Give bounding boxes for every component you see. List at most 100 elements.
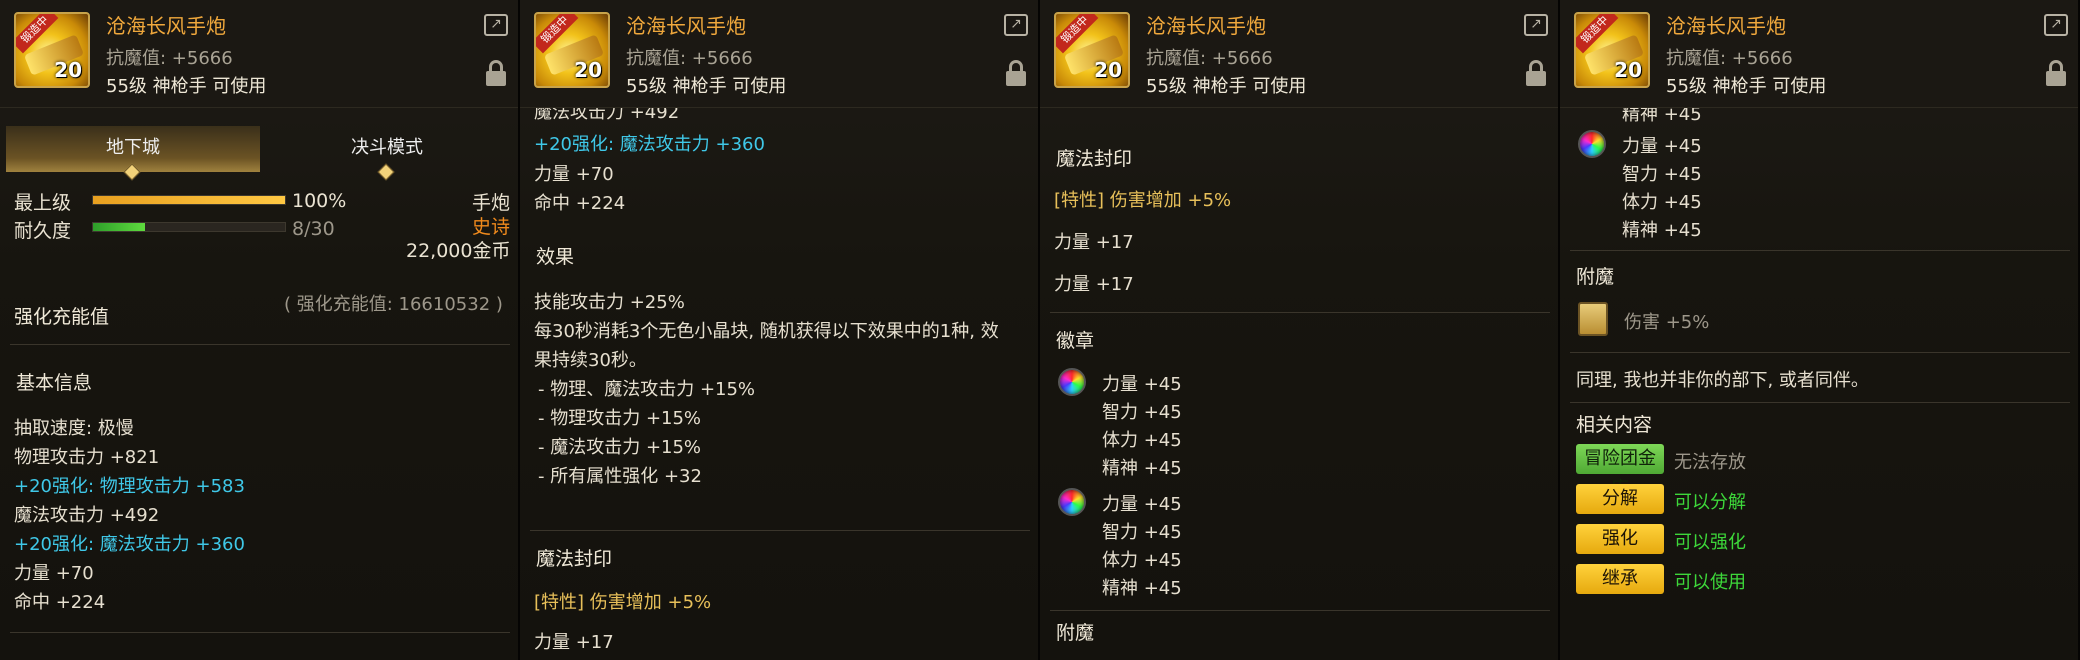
emblem-stat: 力量 +45: [1102, 494, 1182, 515]
enchant-title: 附魔: [1056, 622, 1095, 644]
tab-pvp[interactable]: 决斗模式: [260, 126, 514, 181]
flavor-text: 同理, 我也并非你的部下, 或者同伴。: [1576, 370, 1869, 391]
emblem-stat: 力量 +45: [1622, 136, 1702, 157]
enchant-title: 附魔: [1576, 266, 1615, 288]
vault-status: 无法存放: [1674, 452, 1746, 473]
inherit-status: 可以使用: [1674, 572, 1746, 593]
divider: [10, 344, 510, 345]
lock-icon[interactable]: [486, 60, 506, 86]
durability-value: 8/30: [292, 218, 335, 240]
rainbow-emblem-icon: [1058, 368, 1086, 396]
emblem-stat: 精神 +45: [1622, 220, 1702, 241]
effect-line: - 物理、魔法攻击力 +15%: [538, 379, 756, 400]
emblem-stat: 体力 +45: [1102, 550, 1182, 571]
seal-stat: 力量 +17: [1054, 232, 1134, 253]
divider: [1050, 610, 1550, 611]
resist-value: 抗魔值: +5666: [626, 48, 753, 69]
tab-dungeon[interactable]: 地下城: [6, 126, 260, 181]
durability-label: 耐久度: [14, 220, 72, 242]
requirement: 55级 神枪手 可使用: [106, 76, 267, 97]
item-name: 沧海长风手炮: [106, 14, 226, 38]
seal-stat: 力量 +17: [534, 632, 614, 653]
inherit-button[interactable]: 继承: [1576, 564, 1664, 594]
emblem-stat: 智力 +45: [1622, 164, 1702, 185]
seal-trait: [特性] 伤害增加 +5%: [534, 592, 712, 613]
stat-line: 魔法攻击力 +492: [14, 505, 160, 526]
item-header: 锻造中 20 沧海长风手炮 抗魔值: +5666 55级 神枪手 可使用 ↗: [1560, 0, 2078, 108]
icon-level: 20: [1094, 58, 1122, 82]
effect-title: 效果: [536, 246, 575, 268]
emblem-stat: 智力 +45: [1102, 522, 1182, 543]
requirement: 55级 神枪手 可使用: [1146, 76, 1307, 97]
magic-seal-title: 魔法封印: [536, 548, 613, 570]
tooltip-panel-1: 锻造中 20 沧海长风手炮 抗魔值: +5666 55级 神枪手 可使用 ↗ 地…: [0, 0, 520, 660]
magic-seal-title: 魔法封印: [1056, 148, 1133, 170]
effect-line: - 物理攻击力 +15%: [538, 408, 702, 429]
effect-line: - 所有属性强化 +32: [538, 466, 702, 487]
rarity: 史诗: [472, 216, 511, 238]
enhance-status: 可以强化: [1674, 532, 1746, 553]
item-header: 锻造中 20 沧海长风手炮 抗魔值: +5666 55级 神枪手 可使用 ↗: [0, 0, 518, 108]
stat-line: 力量 +70: [534, 164, 614, 185]
divider: [1570, 402, 2070, 403]
share-icon[interactable]: ↗: [1524, 14, 1548, 36]
stat-line: 命中 +224: [14, 592, 106, 613]
lock-icon[interactable]: [1006, 60, 1026, 86]
share-icon[interactable]: ↗: [2044, 14, 2068, 36]
emblem-stat: 体力 +45: [1622, 192, 1702, 213]
lock-icon[interactable]: [2046, 60, 2066, 86]
effect-line: 果持续30秒。: [534, 350, 647, 371]
lock-icon[interactable]: [1526, 60, 1546, 86]
seal-trait: [特性] 伤害增加 +5%: [1054, 190, 1232, 211]
grade-value: 100%: [292, 190, 347, 212]
price: 22,000金币: [406, 240, 511, 262]
stat-line: 命中 +224: [534, 193, 626, 214]
resist-value: 抗魔值: +5666: [1666, 48, 1793, 69]
stat-line: 力量 +70: [14, 563, 94, 584]
disassemble-status: 可以分解: [1674, 492, 1746, 513]
item-name: 沧海长风手炮: [1146, 14, 1266, 38]
weapon-type: 手炮: [472, 192, 511, 214]
divider: [1050, 312, 1550, 313]
emblem-stat: 智力 +45: [1102, 402, 1182, 423]
tooltip-panel-4: 锻造中 20 沧海长风手炮 抗魔值: +5666 55级 神枪手 可使用 ↗ 精…: [1560, 0, 2080, 660]
tooltip-panel-3: 锻造中 20 沧海长风手炮 抗魔值: +5666 55级 神枪手 可使用 ↗ 魔…: [1040, 0, 1560, 660]
enchant-stat: 伤害 +5%: [1624, 312, 1710, 333]
stat-line: +20强化: 魔法攻击力 +360: [534, 134, 765, 155]
durability-bar: [92, 222, 286, 232]
tab-pvp-label: 决斗模式: [351, 137, 423, 158]
amplify-title: 强化充能值: [14, 306, 110, 328]
item-name: 沧海长风手炮: [1666, 14, 1786, 38]
hand-cannon-icon: 锻造中 20: [534, 12, 610, 88]
divider: [1570, 250, 2070, 251]
tab-dungeon-label: 地下城: [106, 137, 160, 158]
stat-line: 物理攻击力 +821: [14, 447, 160, 468]
mode-tabs: 地下城 决斗模式: [6, 126, 514, 181]
icon-level: 20: [574, 58, 602, 82]
stat-line: +20强化: 物理攻击力 +583: [14, 476, 245, 497]
amplify-value: ( 强化充能值: 16610532 ): [284, 294, 503, 315]
seal-stat: 力量 +17: [1054, 274, 1134, 295]
resist-value: 抗魔值: +5666: [1146, 48, 1273, 69]
enhance-button[interactable]: 强化: [1576, 524, 1664, 554]
divider: [1570, 352, 2070, 353]
basic-info-title: 基本信息: [16, 372, 93, 394]
stat-line: 抽取速度: 极慢: [14, 418, 134, 439]
item-name: 沧海长风手炮: [626, 14, 746, 38]
emblem-title: 徽章: [1056, 330, 1095, 352]
related-title: 相关内容: [1576, 414, 1653, 436]
requirement: 55级 神枪手 可使用: [1666, 76, 1827, 97]
share-icon[interactable]: ↗: [484, 14, 508, 36]
effect-line: 每30秒消耗3个无色小晶块, 随机获得以下效果中的1种, 效: [534, 321, 999, 342]
rainbow-emblem-icon: [1578, 130, 1606, 158]
grade-label: 最上级: [14, 192, 72, 214]
share-icon[interactable]: ↗: [1004, 14, 1028, 36]
effect-line: - 魔法攻击力 +15%: [538, 437, 702, 458]
item-header: 锻造中 20 沧海长风手炮 抗魔值: +5666 55级 神枪手 可使用 ↗: [520, 0, 1038, 108]
adventure-vault-button[interactable]: 冒险团金库: [1576, 444, 1664, 499]
rainbow-emblem-icon: [1058, 488, 1086, 516]
emblem-stat: 体力 +45: [1102, 430, 1182, 451]
disassemble-button[interactable]: 分解: [1576, 484, 1664, 514]
grade-bar: [92, 195, 286, 205]
resist-value: 抗魔值: +5666: [106, 48, 233, 69]
